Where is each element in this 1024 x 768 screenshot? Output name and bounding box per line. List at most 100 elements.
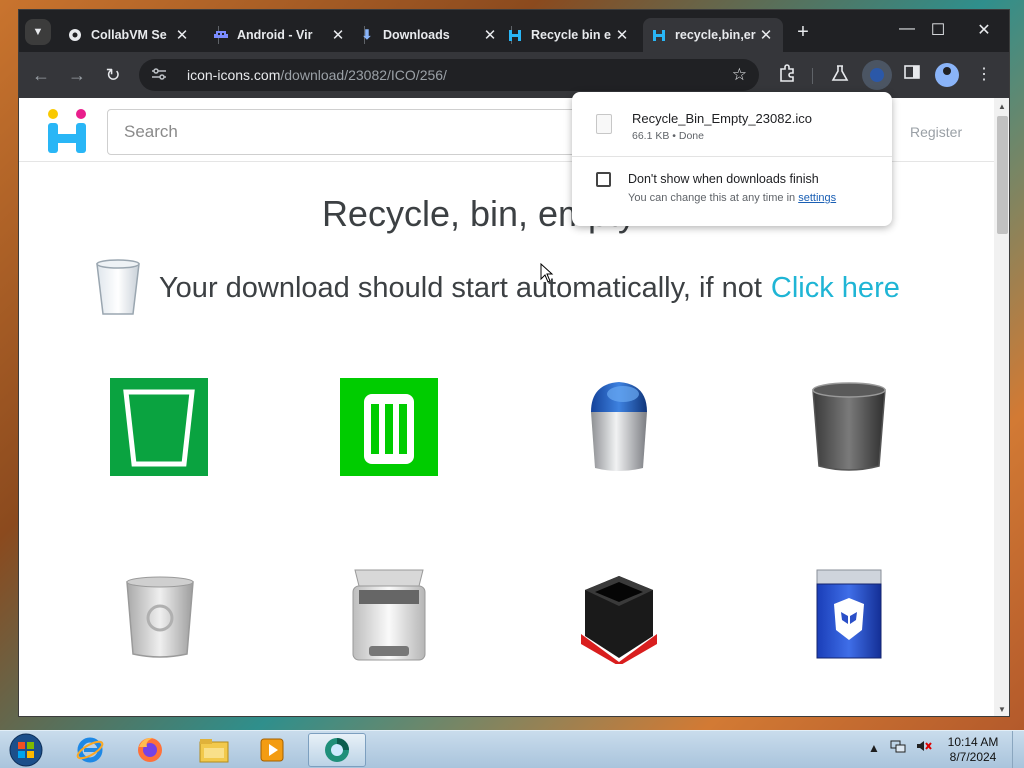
silver-recycle-bin-icon [126, 576, 194, 658]
url-host: icon-icons.com [187, 67, 281, 83]
url-path: /download/23082/ICO/256/ [280, 67, 447, 83]
back-button[interactable]: ← [29, 64, 53, 88]
windows-orb-icon [9, 733, 43, 767]
tab-title: Android - Vir [237, 28, 313, 42]
clock-time: 10:14 AM [947, 735, 999, 749]
kebab-menu-icon[interactable]: ⋮ [973, 64, 995, 86]
close-icon[interactable]: ✕ [481, 26, 499, 44]
icon-tile-silver-recycle-bin[interactable] [123, 574, 223, 674]
bookmark-star-icon[interactable]: ☆ [732, 65, 747, 85]
firefox-icon [138, 737, 162, 762]
close-window-button[interactable]: ✕ [969, 20, 999, 40]
new-tab-button[interactable]: + [791, 21, 815, 44]
taskbar-internet-explorer[interactable] [64, 733, 116, 767]
taskbar-chrome-active[interactable] [308, 733, 366, 767]
steel-bin-blue-lid-icon [591, 382, 647, 471]
close-icon[interactable]: ✕ [329, 26, 347, 44]
icon-tile-steel-bin-blue-lid[interactable] [579, 378, 679, 478]
dont-show-label[interactable]: Don't show when downloads finish [628, 172, 819, 186]
start-button[interactable] [6, 732, 46, 768]
tab-android[interactable]: Android - Vir ✕ [205, 18, 355, 52]
downloaded-file-name[interactable]: Recycle_Bin_Empty_23082.ico [632, 111, 812, 126]
close-icon[interactable]: ✕ [613, 26, 631, 44]
taskbar: ▲ 10:14 AM 8/7/2024 [0, 730, 1024, 768]
close-icon[interactable]: ✕ [757, 26, 775, 44]
system-tray: ▲ [868, 739, 932, 756]
maximize-button[interactable]: ☐ [923, 20, 953, 40]
mouse-cursor-icon [540, 263, 554, 283]
dont-show-checkbox[interactable] [596, 172, 611, 187]
tab-title: Recycle bin e [531, 28, 611, 42]
side-panel-icon[interactable] [901, 64, 923, 86]
tab-title: Downloads [383, 28, 450, 42]
click-here-link[interactable]: Click here [771, 272, 900, 305]
tray-expand-icon[interactable]: ▲ [868, 741, 880, 755]
downloaded-file-meta: 66.1 KB • Done [632, 130, 704, 142]
recycle-bin-small-icon [96, 259, 140, 315]
downloads-button[interactable] [862, 60, 892, 90]
network-icon[interactable] [890, 739, 906, 756]
extensions-icon[interactable] [776, 64, 798, 86]
labs-flask-icon[interactable] [829, 64, 851, 86]
clock-date: 8/7/2024 [949, 750, 997, 764]
icon-tile-black-cube-bin[interactable] [579, 574, 679, 674]
forward-button[interactable]: → [65, 64, 89, 88]
tab-title: CollabVM Se [91, 28, 167, 42]
chevron-down-icon: ▼ [32, 26, 44, 38]
tab-strip: ▼ CollabVM Se ✕ Android - Vir ✕ ⬇ Downlo… [19, 10, 1009, 52]
space-invader-icon [213, 27, 229, 43]
page-scrollbar[interactable]: ▲ ▼ [994, 98, 1009, 716]
profile-avatar-icon[interactable] [935, 63, 959, 87]
reload-button[interactable]: ↻ [101, 64, 125, 88]
volume-muted-icon[interactable] [916, 739, 932, 756]
close-icon[interactable]: ✕ [173, 26, 191, 44]
scroll-thumb[interactable] [997, 116, 1008, 234]
site-info-icon[interactable] [151, 67, 173, 84]
taskbar-firefox[interactable] [124, 733, 176, 767]
show-desktop-button[interactable] [1012, 731, 1024, 768]
green-trash-bars-icon [340, 378, 438, 476]
taskbar-clock[interactable]: 10:14 AM 8/7/2024 [938, 735, 1008, 765]
taskbar-media-player[interactable] [246, 733, 298, 767]
scroll-down-arrow-icon[interactable]: ▼ [998, 705, 1006, 714]
icon-tile-pedal-bin[interactable] [349, 568, 449, 668]
icon-tile-green-bin[interactable] [110, 378, 210, 478]
tab-title: recycle,bin,er [675, 28, 756, 42]
download-message: Your download should start automatically… [159, 271, 762, 304]
icon-icons-logo[interactable] [45, 108, 89, 154]
icon-tile-autobot-bin[interactable] [814, 568, 914, 668]
register-link[interactable]: Register [910, 124, 962, 140]
icon-icons-favicon [507, 27, 523, 43]
tab-recycle-bin[interactable]: Recycle bin e ✕ [499, 18, 639, 52]
pedal-bin-icon [352, 569, 426, 661]
collabvm-icon [67, 27, 83, 43]
app-globe-icon [325, 738, 349, 762]
download-icon: ⬇ [361, 27, 373, 42]
icon-tile-dark-glass-bin[interactable] [809, 378, 909, 478]
minimize-button[interactable]: — [892, 20, 922, 38]
autobot-blue-bin-icon [816, 569, 882, 659]
settings-hint-text: You can change this at any time in [628, 192, 796, 204]
download-notice: Your download should start automatically… [93, 258, 900, 318]
settings-link[interactable]: settings [798, 192, 836, 204]
internet-explorer-icon [76, 737, 104, 763]
icon-icons-favicon [651, 27, 667, 43]
tab-collabvm[interactable]: CollabVM Se ✕ [59, 18, 199, 52]
black-cube-bin-icon [581, 576, 657, 666]
address-bar[interactable]: icon-icons.com/download/23082/ICO/256/ ☆ [139, 59, 759, 91]
dark-glass-bin-icon [812, 382, 886, 471]
taskbar-file-explorer[interactable] [188, 733, 240, 767]
media-player-icon [260, 738, 284, 762]
url-text: icon-icons.com/download/23082/ICO/256/ [187, 67, 447, 83]
tab-downloads[interactable]: ⬇ Downloads ✕ [351, 18, 507, 52]
file-icon [596, 114, 612, 134]
bubble-divider [572, 156, 892, 157]
tab-search-button[interactable]: ▼ [25, 19, 51, 45]
settings-hint: You can change this at any time in setti… [628, 192, 836, 204]
scroll-up-arrow-icon[interactable]: ▲ [998, 102, 1006, 111]
folder-icon [199, 739, 229, 763]
tab-recycle-bin-active[interactable]: recycle,bin,er ✕ [643, 18, 783, 52]
toolbar-divider [812, 68, 813, 84]
icon-tile-green-bin-bars[interactable] [340, 378, 440, 478]
download-bubble: Recycle_Bin_Empty_23082.ico 66.1 KB • Do… [572, 92, 892, 226]
